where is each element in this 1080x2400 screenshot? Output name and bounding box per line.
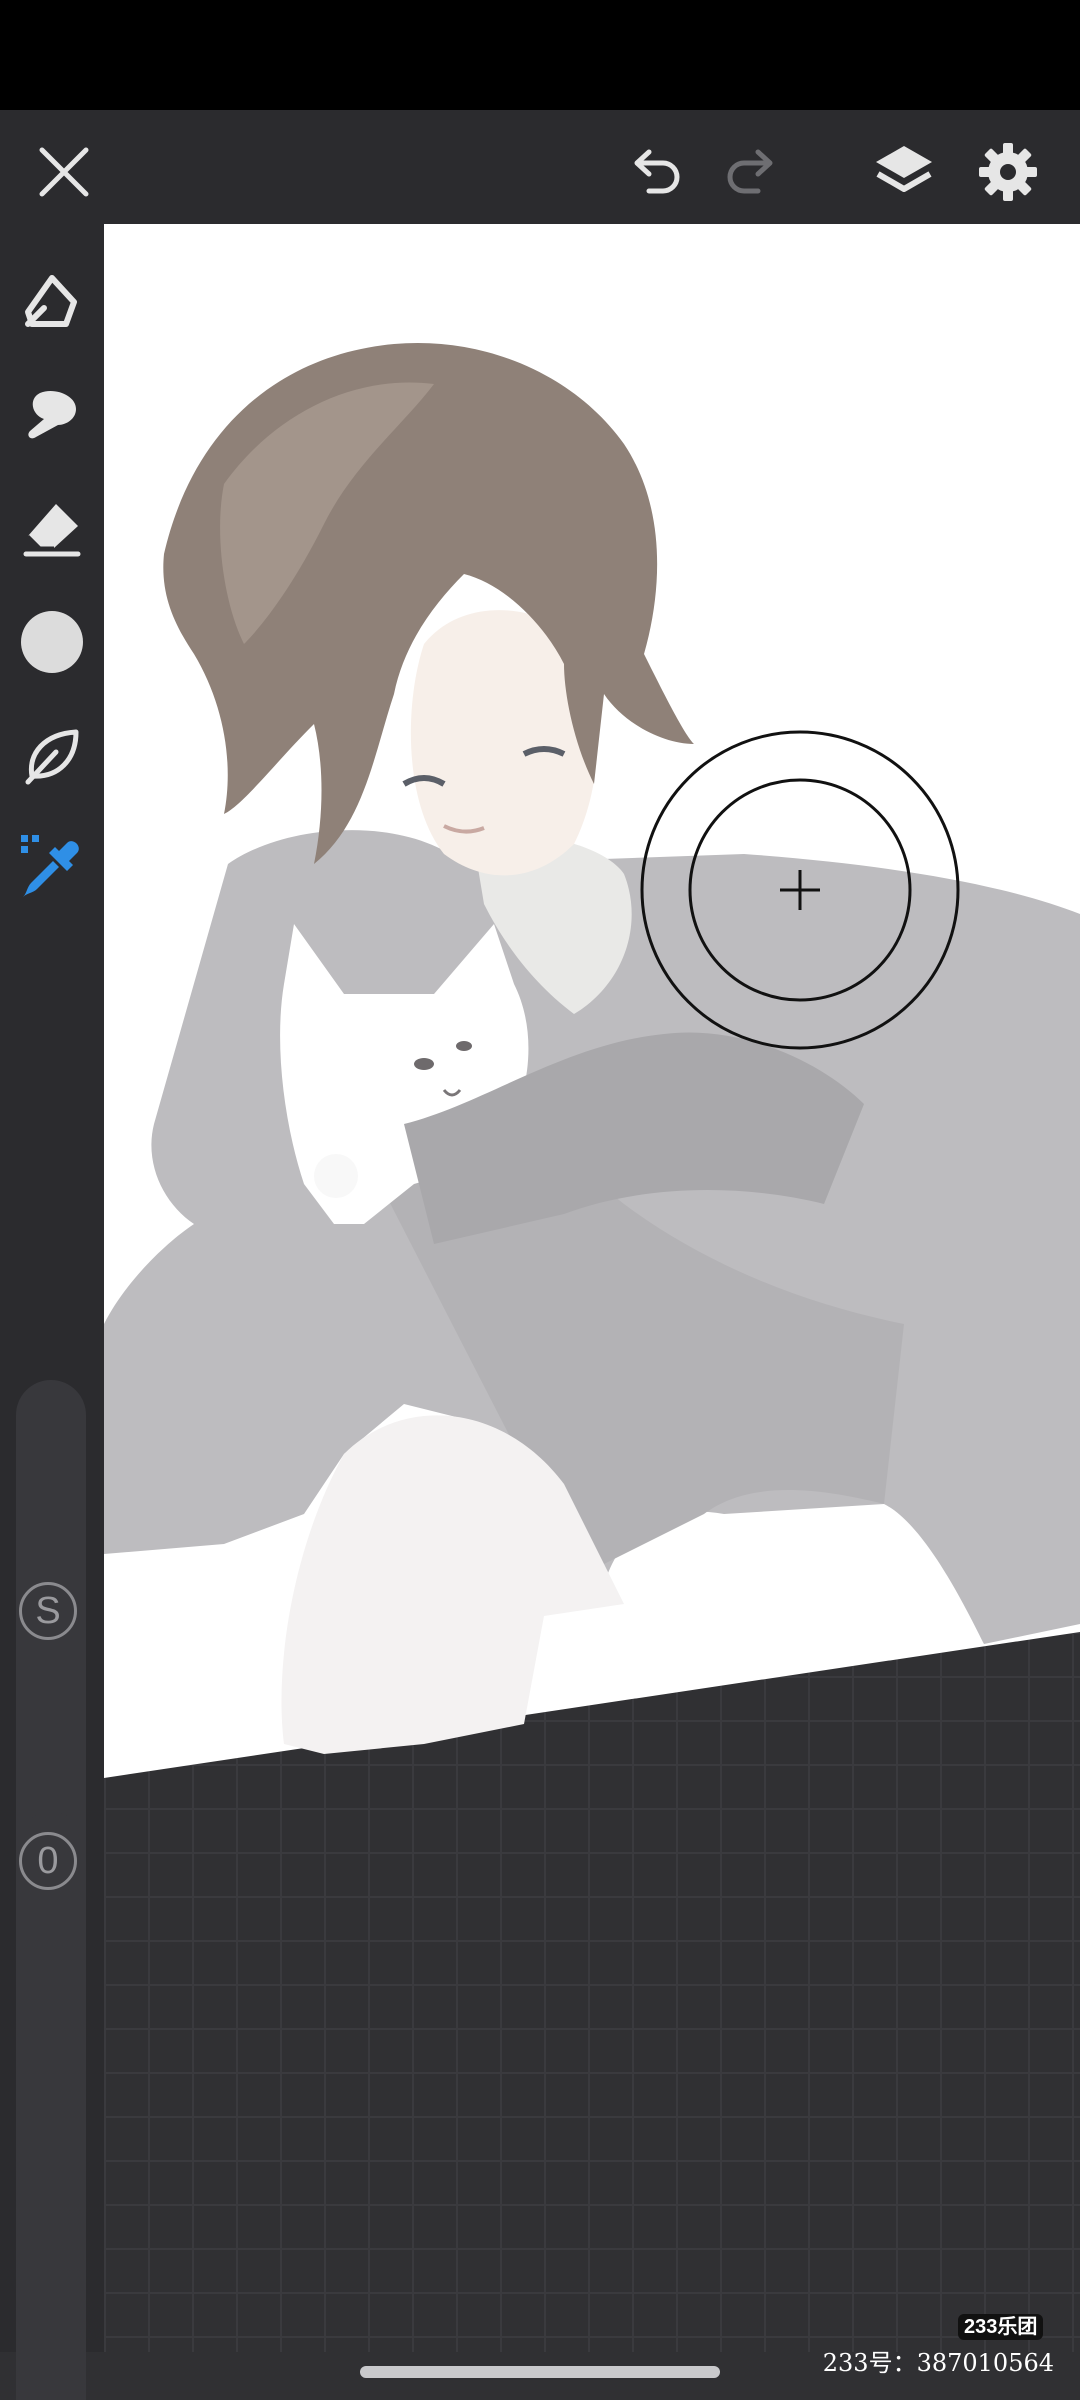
undo-icon <box>634 149 680 194</box>
app-screen: S 0 233乐团 233号：387010564 <box>0 0 1080 2400</box>
eyedropper-icon <box>21 835 79 897</box>
close-button[interactable] <box>24 132 104 212</box>
tool-eraser[interactable] <box>12 488 92 568</box>
drawing-canvas[interactable] <box>104 224 1080 2352</box>
tool-sidebar: S 0 <box>0 224 104 2400</box>
tool-smudge[interactable] <box>12 375 92 455</box>
opacity-slider[interactable] <box>16 1812 86 2400</box>
close-icon <box>39 147 89 197</box>
tool-lasso[interactable] <box>12 716 92 796</box>
settings-button[interactable] <box>966 130 1050 214</box>
watermark-id-text: 233号：387010564 <box>822 2349 1054 2377</box>
tool-pen[interactable] <box>12 262 92 342</box>
redo-icon <box>727 149 773 194</box>
tool-color[interactable] <box>12 602 92 682</box>
leaf-lasso-icon <box>25 729 79 785</box>
eraser-icon <box>23 504 81 557</box>
home-indicator[interactable] <box>360 2366 720 2378</box>
layers-button[interactable] <box>862 130 946 214</box>
opacity-label: 0 <box>19 1832 77 1890</box>
redo-button[interactable] <box>712 132 792 212</box>
status-bar <box>0 0 1080 110</box>
top-toolbar <box>0 110 1080 224</box>
canvas-workspace[interactable] <box>104 224 1080 2352</box>
tool-eyedropper[interactable] <box>12 828 92 908</box>
brush-size-label: S <box>19 1582 77 1640</box>
smudge-icon <box>28 390 76 439</box>
watermark-logo: 233乐团 <box>958 2314 1044 2340</box>
undo-button[interactable] <box>615 132 695 212</box>
gear-icon <box>979 143 1037 201</box>
color-swatch-icon <box>21 611 83 673</box>
pen-nib-icon <box>25 275 77 327</box>
layers-icon <box>876 146 932 192</box>
